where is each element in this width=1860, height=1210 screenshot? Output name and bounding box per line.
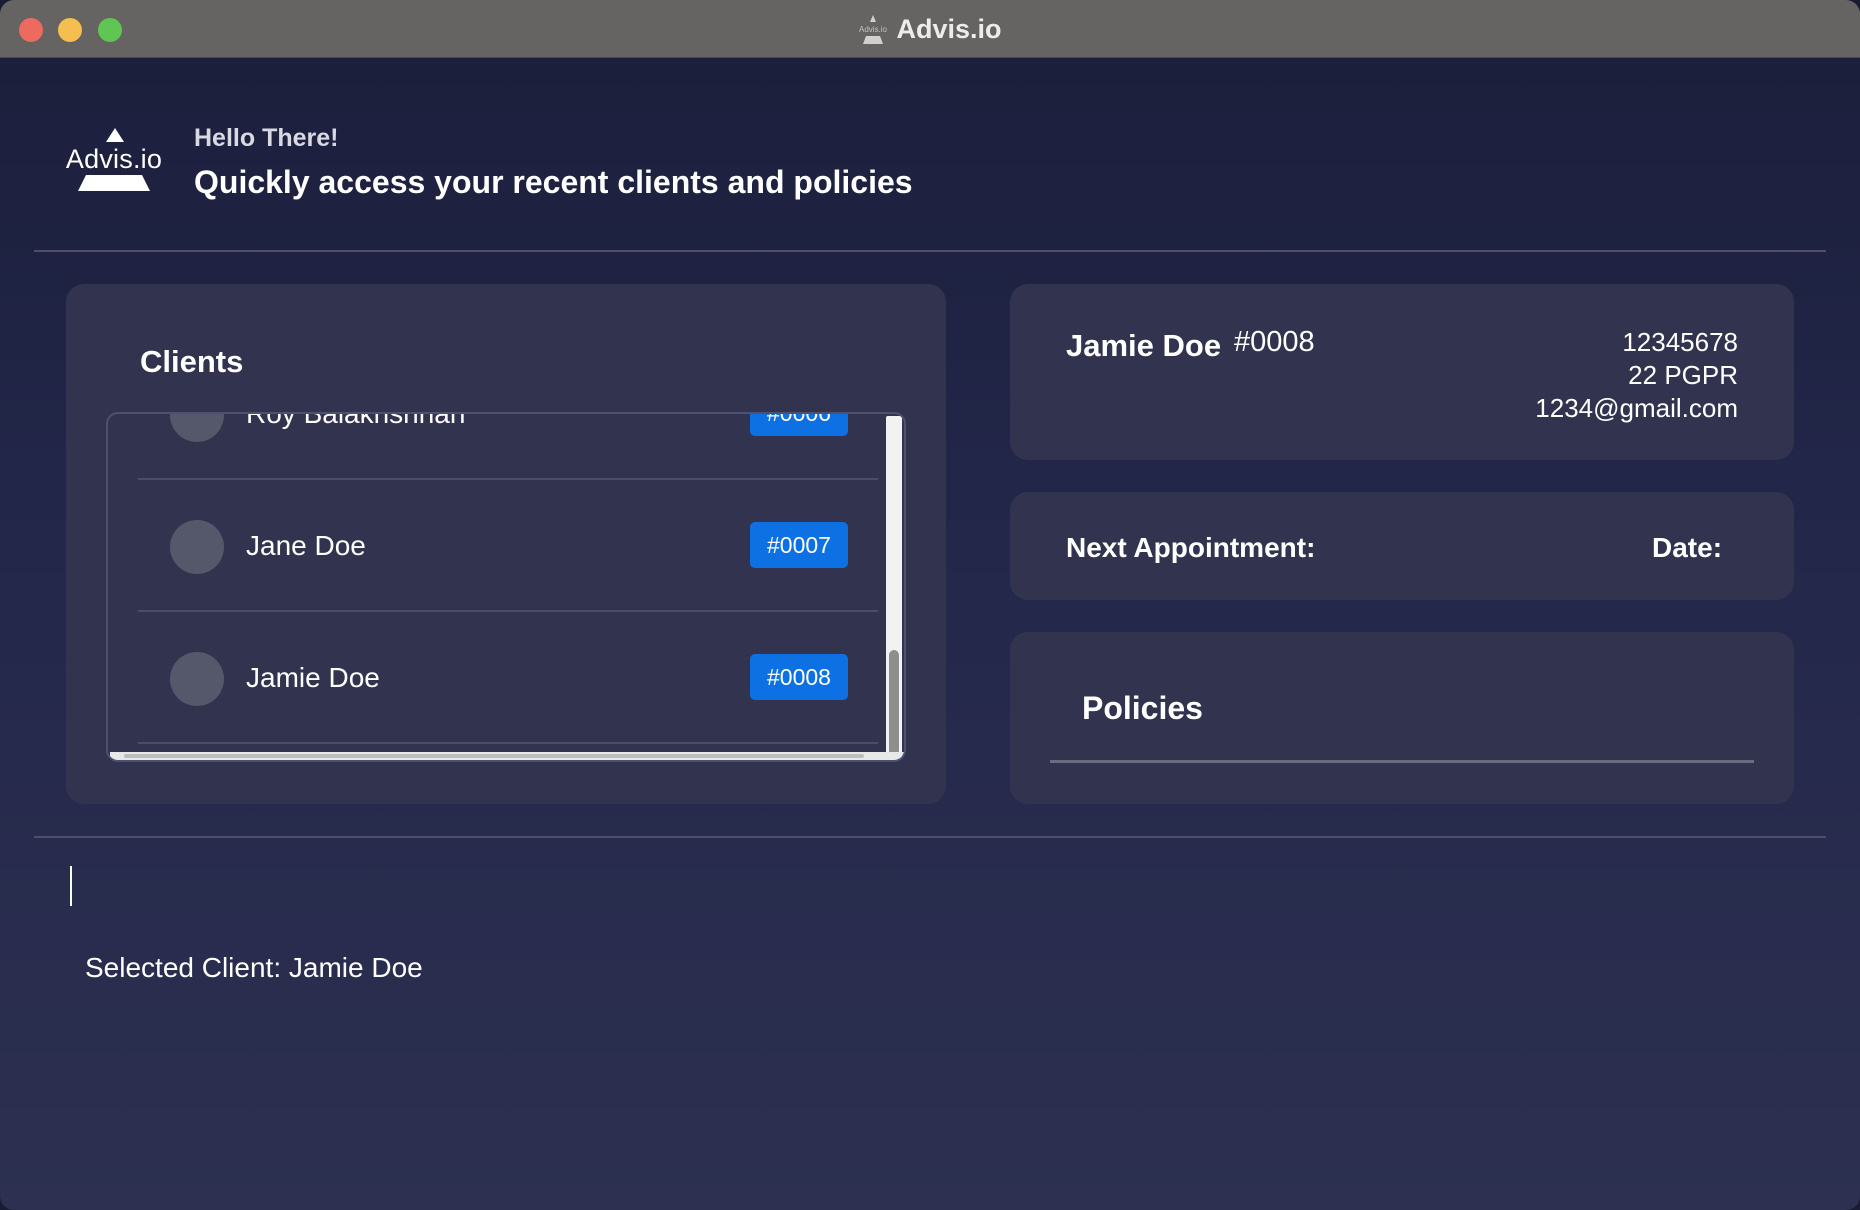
client-list[interactable]: Roy Balakrishnan #0006 Jane Doe #0007 Ja… xyxy=(106,412,906,762)
detail-contact: 12345678 22 PGPR 1234@gmail.com xyxy=(1535,326,1738,425)
vertical-scrollbar[interactable] xyxy=(886,416,902,758)
clients-title: Clients xyxy=(140,344,244,379)
client-id-badge: #0008 xyxy=(750,654,848,700)
policies-title: Policies xyxy=(1082,690,1203,726)
advisio-logo: Advis.io xyxy=(64,128,164,192)
date-label: Date: xyxy=(1652,532,1723,563)
greeting-text: Hello There! xyxy=(194,124,339,152)
policies-card: Policies xyxy=(1010,632,1794,804)
client-name: Jamie Doe xyxy=(246,662,380,693)
client-list-item[interactable]: Jamie Doe #0008 xyxy=(138,612,878,744)
clients-panel: Clients Roy Balakrishnan #0006 Jane Doe … xyxy=(66,284,946,804)
header-divider xyxy=(34,250,1826,252)
client-avatar xyxy=(170,414,224,442)
next-appointment-label: Next Appointment: xyxy=(1066,532,1316,563)
text-cursor xyxy=(70,866,72,906)
client-list-item[interactable]: Roy Balakrishnan #0006 xyxy=(138,412,878,480)
appointment-card: Next Appointment: Date: xyxy=(1010,492,1794,600)
policies-divider xyxy=(1050,760,1754,763)
command-input[interactable] xyxy=(60,856,1820,916)
detail-email: 1234@gmail.com xyxy=(1535,393,1738,423)
window-title: Advis.io xyxy=(896,13,1002,44)
svg-text:Advis.io: Advis.io xyxy=(859,25,888,34)
client-avatar xyxy=(170,652,224,706)
result-message: Selected Client: Jamie Doe xyxy=(85,952,423,983)
app-window: Advis.io Advis.io Advis.io Hello There! … xyxy=(0,0,1860,1210)
client-name: Roy Balakrishnan xyxy=(246,412,466,429)
client-id-badge: #0007 xyxy=(750,522,848,568)
client-avatar xyxy=(170,520,224,574)
horizontal-scrollbar[interactable] xyxy=(110,752,904,760)
vertical-scrollbar-thumb[interactable] xyxy=(889,650,899,756)
detail-address: 22 PGPR xyxy=(1628,360,1738,390)
detail-client-id: #0008 xyxy=(1234,326,1315,358)
detail-phone: 12345678 xyxy=(1622,327,1738,357)
title-bar[interactable]: Advis.io Advis.io xyxy=(0,0,1860,58)
client-list-item[interactable]: Jane Doe #0007 xyxy=(138,480,878,612)
client-id-badge: #0006 xyxy=(750,414,848,436)
detail-client-name: Jamie Doe xyxy=(1066,328,1222,363)
content-divider xyxy=(34,836,1826,838)
page-subtitle: Quickly access your recent clients and p… xyxy=(194,164,913,200)
client-name: Jane Doe xyxy=(246,530,366,561)
horizontal-scrollbar-thumb[interactable] xyxy=(124,754,864,758)
client-detail-card: Jamie Doe #0008 12345678 22 PGPR 1234@gm… xyxy=(1010,284,1794,460)
app-icon: Advis.io xyxy=(858,13,888,45)
